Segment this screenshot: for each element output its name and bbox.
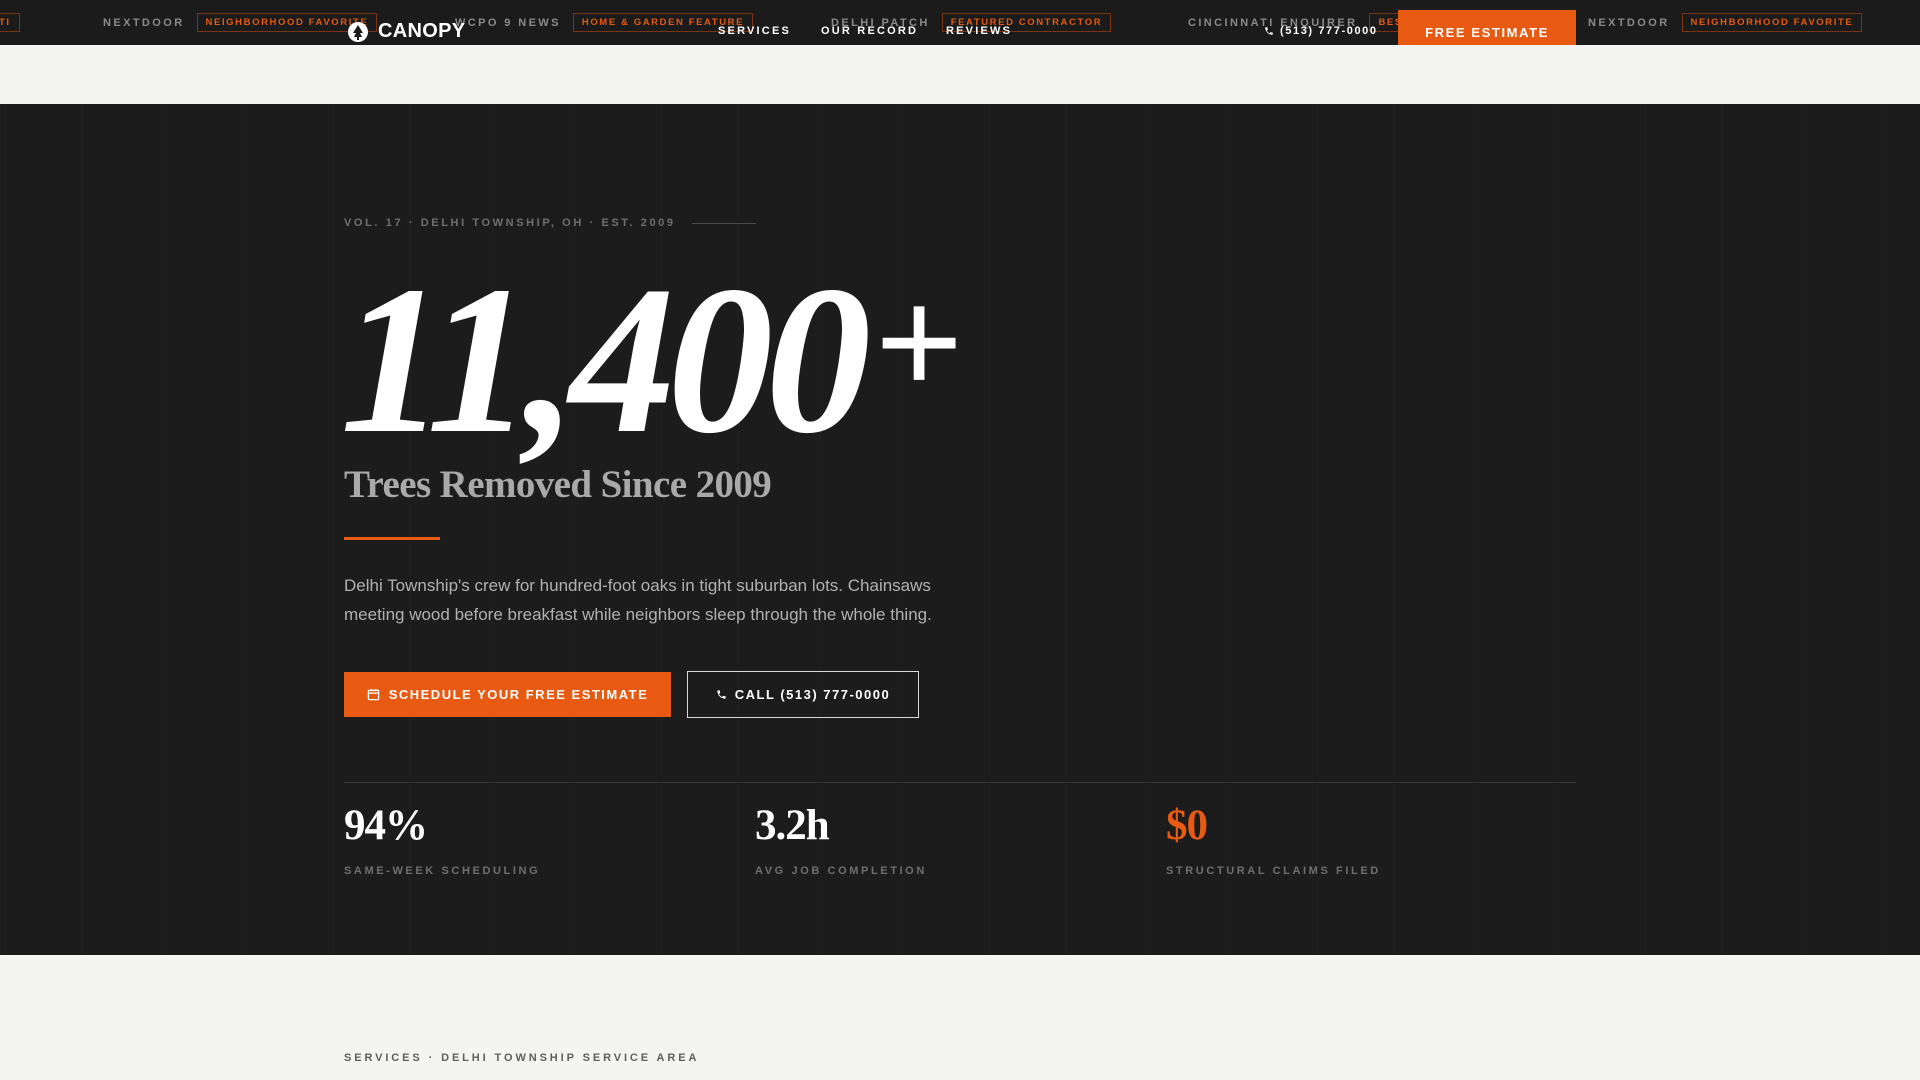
main-nav: CANOPY SERVICES OUR RECORD REVIEWS (513)… bbox=[0, 0, 1920, 45]
free-estimate-button[interactable]: FREE ESTIMATE bbox=[1398, 10, 1576, 45]
services-section-eyebrow: SERVICES · DELHI TOWNSHIP SERVICE AREA bbox=[344, 1052, 700, 1064]
hero-description: Delhi Township's crew for hundred-foot o… bbox=[344, 576, 932, 624]
hero-eyebrow: VOL. 17 · DELHI TOWNSHIP, OH · EST. 2009 bbox=[344, 217, 756, 229]
stats-divider bbox=[344, 782, 1576, 783]
hero-big-number: 11,400+ bbox=[340, 254, 963, 466]
header-phone-number: (513) 777-0000 bbox=[1280, 25, 1378, 37]
stat-avg-job-completion: 3.2h AVG JOB COMPLETION bbox=[755, 804, 927, 877]
schedule-estimate-button[interactable]: SCHEDULE YOUR FREE ESTIMATE bbox=[344, 672, 671, 717]
stat-label: AVG JOB COMPLETION bbox=[755, 865, 927, 877]
tree-icon bbox=[348, 21, 368, 42]
stat-value: 3.2h bbox=[755, 802, 830, 849]
trees-count-suffix: + bbox=[875, 257, 963, 425]
eyebrow-divider bbox=[691, 222, 756, 224]
stat-value: $0 bbox=[1166, 802, 1208, 849]
nav-link-services[interactable]: SERVICES bbox=[718, 25, 791, 37]
hero-eyebrow-text: VOL. 17 · DELHI TOWNSHIP, OH · EST. 2009 bbox=[344, 217, 676, 229]
stat-same-week-scheduling: 94% SAME-WEEK SCHEDULING bbox=[344, 804, 540, 877]
nav-link-reviews[interactable]: REVIEWS bbox=[946, 25, 1012, 37]
stat-structural-claims: $0 STRUCTURAL CLAIMS FILED bbox=[1166, 804, 1381, 877]
brand-logo-link[interactable]: CANOPY bbox=[347, 20, 465, 43]
call-button-label: CALL (513) 777-0000 bbox=[734, 687, 891, 702]
schedule-estimate-label: SCHEDULE YOUR FREE ESTIMATE bbox=[388, 687, 649, 702]
stat-label: SAME-WEEK SCHEDULING bbox=[344, 865, 541, 877]
hero-section: VOL. 17 · DELHI TOWNSHIP, OH · EST. 2009… bbox=[0, 104, 1920, 955]
stat-value: 94% bbox=[344, 802, 428, 849]
nav-link-our-record[interactable]: OUR RECORD bbox=[821, 25, 918, 37]
header-phone-link[interactable]: (513) 777-0000 bbox=[1264, 25, 1378, 37]
hero-subtitle: Trees Removed Since 2009 bbox=[344, 463, 772, 506]
phone-icon bbox=[1265, 27, 1273, 35]
top-bar: TI NEXTDOOR NEIGHBORHOOD FAVORITE WCPO 9… bbox=[0, 0, 1920, 45]
trees-count: 11,400 bbox=[340, 242, 871, 477]
brand-name: CANOPY bbox=[378, 20, 466, 42]
call-button[interactable]: CALL (513) 777-0000 bbox=[687, 671, 919, 718]
accent-divider bbox=[344, 537, 440, 540]
stat-label: STRUCTURAL CLAIMS FILED bbox=[1166, 865, 1381, 877]
phone-icon bbox=[717, 690, 726, 699]
calendar-icon bbox=[367, 688, 379, 701]
